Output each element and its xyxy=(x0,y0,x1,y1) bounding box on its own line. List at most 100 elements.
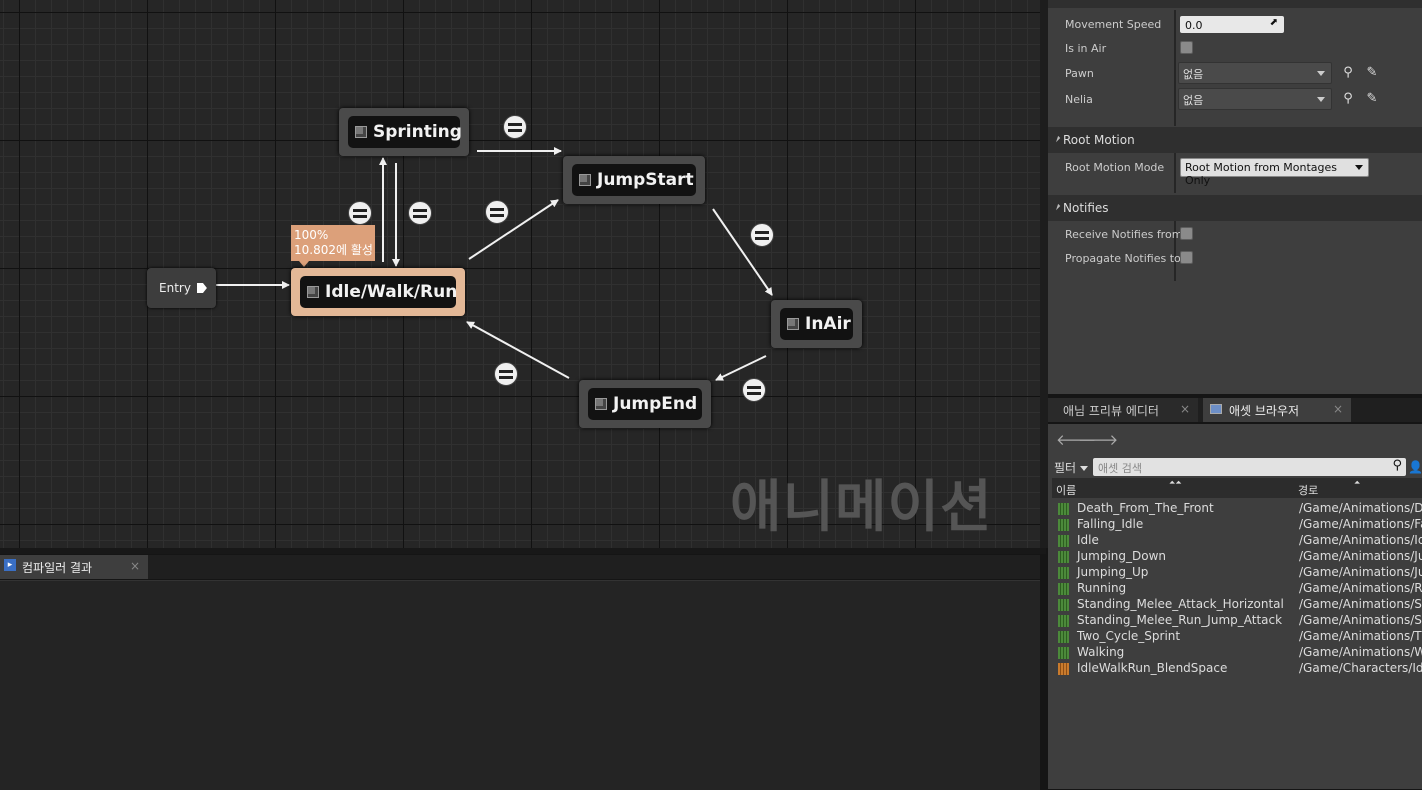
asset-path: /Game/Characters/Idl xyxy=(1299,661,1422,675)
sort-arrow-icon[interactable]: ⏶ xyxy=(1354,478,1360,488)
movement-speed-label: Movement Speed xyxy=(1065,18,1162,31)
compiler-tabstrip: ▸ 컴파일러 결과 × xyxy=(0,555,1040,579)
asset-name: Idle xyxy=(1077,533,1099,547)
search-icon[interactable]: ⚲ xyxy=(1340,91,1356,107)
asset-name: Standing_Melee_Run_Jump_Attack xyxy=(1077,613,1283,627)
close-icon[interactable]: × xyxy=(1180,402,1190,416)
tab-compiler-results[interactable]: ▸ 컴파일러 결과 × xyxy=(0,555,148,579)
asset-row[interactable]: Idle/Game/Animations/Idl xyxy=(1058,533,1422,549)
asset-path: /Game/Animations/St xyxy=(1299,597,1422,611)
state-node-jumpend[interactable]: JumpEnd xyxy=(579,380,711,428)
state-label: JumpStart xyxy=(597,170,694,190)
entry-node[interactable]: Entry xyxy=(147,268,216,308)
pawn-dropdown[interactable]: 없음 xyxy=(1178,62,1332,84)
state-machine-graph[interactable]: 애니메이션 Entry 100% 10.802에 활성 Sprinting Id… xyxy=(0,0,1040,548)
back-arrow-icon[interactable]: 🡐 xyxy=(1056,432,1096,448)
transition-rule-icon[interactable] xyxy=(485,200,509,224)
state-icon xyxy=(579,174,591,186)
asset-row[interactable]: Standing_Melee_Run_Jump_Attack/Game/Anim… xyxy=(1058,613,1422,629)
asset-row[interactable]: Death_From_The_Front/Game/Animations/De xyxy=(1058,501,1422,517)
asset-path: /Game/Animations/De xyxy=(1299,501,1422,515)
receive-notifies-label: Receive Notifies from xyxy=(1065,228,1183,241)
asset-row[interactable]: IdleWalkRun_BlendSpace/Game/Characters/I… xyxy=(1058,661,1422,677)
asset-row[interactable]: Standing_Melee_Attack_Horizontal/Game/An… xyxy=(1058,597,1422,613)
transition-rule-icon[interactable] xyxy=(494,362,518,386)
root-motion-section[interactable]: Root Motion xyxy=(1048,127,1422,153)
forward-arrow-icon[interactable]: 🡒 xyxy=(1078,432,1118,448)
compiler-icon: ▸ xyxy=(4,559,16,571)
is-in-air-label: Is in Air xyxy=(1065,42,1107,55)
asset-row[interactable]: Two_Cycle_Sprint/Game/Animations/Tv xyxy=(1058,629,1422,645)
tab-anim-preview-editor[interactable]: 애님 프리뷰 에디터 × xyxy=(1048,398,1198,422)
filter-button[interactable]: 필터 xyxy=(1054,459,1088,476)
state-node-jumpstart[interactable]: JumpStart xyxy=(563,156,705,204)
is-in-air-checkbox[interactable] xyxy=(1180,41,1193,54)
nelia-dropdown[interactable]: 없음 xyxy=(1178,88,1332,110)
chevron-down-icon xyxy=(1317,71,1325,76)
close-icon[interactable]: × xyxy=(130,559,140,573)
eyedropper-icon[interactable]: ✎ xyxy=(1364,91,1380,107)
asset-row[interactable]: Walking/Game/Animations/Wa xyxy=(1058,645,1422,661)
asset-path: /Game/Animations/Tv xyxy=(1299,629,1422,643)
asset-name: Jumping_Down xyxy=(1077,549,1167,563)
pawn-label: Pawn xyxy=(1065,67,1094,80)
blendspace-icon xyxy=(1058,663,1069,675)
asset-row[interactable]: Jumping_Up/Game/Animations/Ju xyxy=(1058,565,1422,581)
notifies-section-title: Notifies xyxy=(1063,201,1109,215)
column-path-header[interactable]: 경로 xyxy=(1298,482,1318,498)
tab-asset-browser[interactable]: 애셋 브라우저 × xyxy=(1203,398,1351,422)
transition-rule-icon[interactable] xyxy=(408,201,432,225)
sort-arrow-icon[interactable]: ⏶⏶ xyxy=(1169,478,1182,488)
search-icon[interactable]: ⚲ xyxy=(1340,65,1356,81)
movement-speed-input[interactable]: 0.0 ⬈ xyxy=(1180,16,1284,33)
close-icon[interactable]: × xyxy=(1333,402,1343,416)
asset-row[interactable]: Falling_Idle/Game/Animations/Fa xyxy=(1058,517,1422,533)
asset-path: /Game/Animations/Ru xyxy=(1299,581,1422,595)
root-motion-mode-dropdown[interactable]: Root Motion from Montages Only xyxy=(1180,158,1369,187)
animation-sequence-icon xyxy=(1058,535,1069,547)
transition-rule-icon[interactable] xyxy=(348,201,372,225)
chevron-down-icon xyxy=(1079,466,1088,471)
propagate-notifies-checkbox[interactable] xyxy=(1180,251,1193,264)
section-header-partial xyxy=(1048,0,1422,8)
receive-notifies-checkbox[interactable] xyxy=(1180,227,1193,240)
asset-name: IdleWalkRun_BlendSpace xyxy=(1077,661,1228,675)
state-node-idle-walk-run[interactable]: Idle/Walk/Run xyxy=(291,268,465,316)
graph-watermark: 애니메이션 xyxy=(730,475,993,540)
compiler-results-panel xyxy=(0,580,1040,790)
is-in-air-row: Is in Air xyxy=(1048,37,1422,61)
column-name-header[interactable]: 이름 xyxy=(1056,482,1076,498)
state-label: JumpEnd xyxy=(613,394,698,414)
state-icon xyxy=(787,318,799,330)
resize-arrow-icon: ⬈ xyxy=(1269,17,1278,28)
notifies-section[interactable]: Notifies xyxy=(1048,195,1422,221)
animation-sequence-icon xyxy=(1058,519,1069,531)
eyedropper-icon[interactable]: ✎ xyxy=(1364,65,1380,81)
asset-path: /Game/Animations/Ju xyxy=(1299,549,1422,563)
asset-search-input[interactable]: 애셋 검색 ⚲ xyxy=(1093,458,1406,476)
animation-sequence-icon xyxy=(1058,503,1069,515)
transition-rule-icon[interactable] xyxy=(742,378,766,402)
entry-output-pin[interactable] xyxy=(196,283,207,293)
panel-splitter-horizontal[interactable] xyxy=(0,548,1046,554)
panel-splitter[interactable] xyxy=(1040,0,1048,548)
state-node-sprinting[interactable]: Sprinting xyxy=(339,108,469,156)
asset-row[interactable]: Running/Game/Animations/Ru xyxy=(1058,581,1422,597)
collapse-triangle-icon xyxy=(1051,133,1061,143)
animation-sequence-icon xyxy=(1058,551,1069,563)
state-node-inair[interactable]: InAir xyxy=(771,300,862,348)
transition-rule-icon[interactable] xyxy=(503,115,527,139)
asset-name: Falling_Idle xyxy=(1077,517,1144,531)
animation-sequence-icon xyxy=(1058,647,1069,659)
asset-name: Standing_Melee_Attack_Horizontal xyxy=(1077,597,1284,611)
asset-row[interactable]: Jumping_Down/Game/Animations/Ju xyxy=(1058,549,1422,565)
tooltip-weight: 100% xyxy=(294,228,329,242)
transition-rule-icon[interactable] xyxy=(750,223,774,247)
pawn-value: 없음 xyxy=(1183,68,1204,81)
user-icon[interactable]: 👤 xyxy=(1408,460,1422,474)
arrow-idle-to-jumpstart xyxy=(468,199,559,260)
search-icon[interactable]: ⚲ xyxy=(1392,458,1402,473)
asset-browser-icon xyxy=(1210,404,1222,414)
asset-path: /Game/Animations/Wa xyxy=(1299,645,1422,659)
arrow-jumpend-to-idle xyxy=(466,321,570,379)
